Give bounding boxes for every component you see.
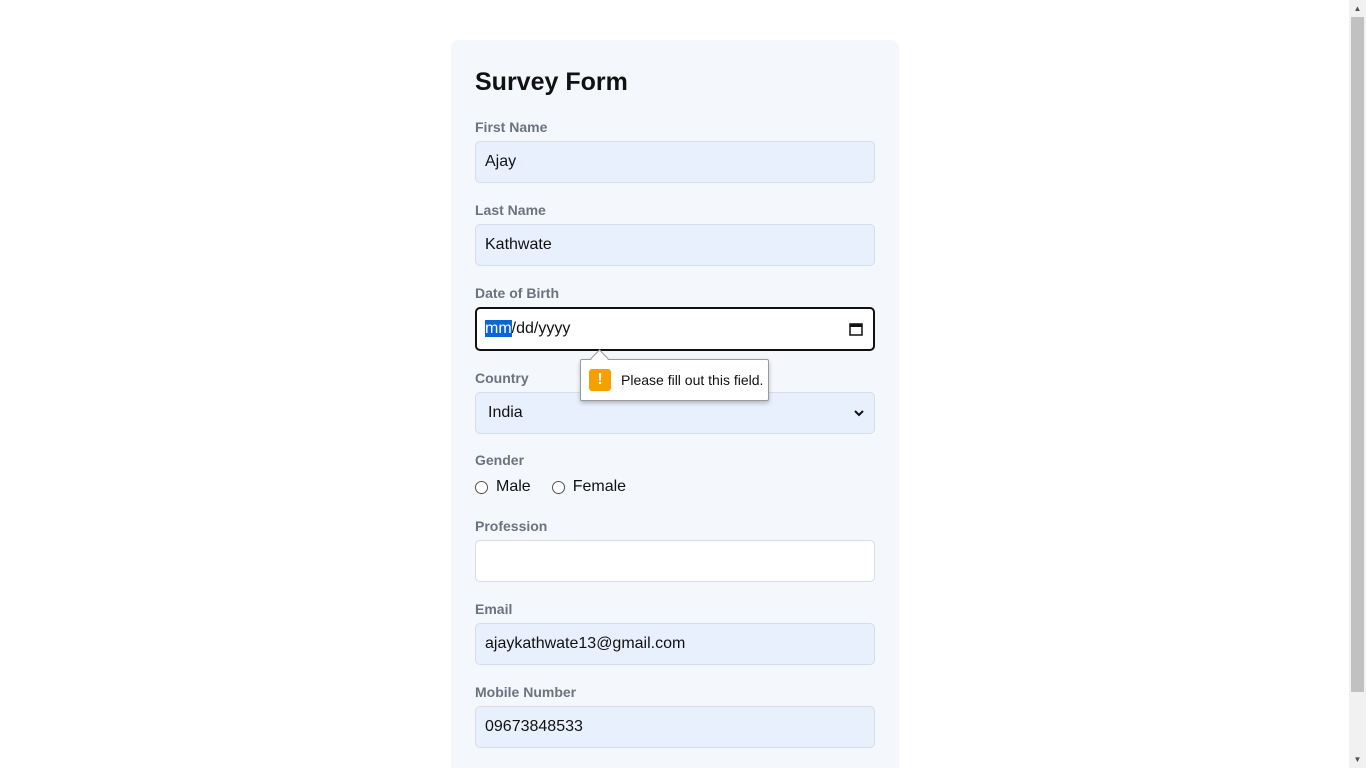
gender-male-radio[interactable] bbox=[475, 480, 488, 494]
vertical-scrollbar[interactable]: ▲ ▼ bbox=[1349, 0, 1366, 768]
first-name-input[interactable]: Ajay bbox=[475, 141, 875, 183]
survey-form-card: Survey Form First Name Ajay Last Name Ka… bbox=[451, 40, 899, 768]
validation-message: Please fill out this field. bbox=[621, 372, 764, 388]
form-title: Survey Form bbox=[475, 68, 628, 96]
dob-month-segment[interactable]: mm bbox=[485, 320, 512, 337]
gender-female-label[interactable]: Female bbox=[573, 478, 626, 496]
profession-label: Profession bbox=[475, 518, 548, 534]
validation-tooltip: ! Please fill out this field. bbox=[580, 349, 769, 401]
gender-male-label[interactable]: Male bbox=[496, 478, 531, 496]
country-selected-value: India bbox=[488, 404, 523, 421]
mobile-label: Mobile Number bbox=[475, 684, 577, 700]
email-input[interactable]: ajaykathwate13@gmail.com bbox=[475, 623, 875, 665]
dob-label: Date of Birth bbox=[475, 285, 559, 301]
dob-rest-placeholder: /dd/yyyy bbox=[511, 320, 571, 337]
first-name-label: First Name bbox=[475, 119, 548, 135]
profession-input[interactable] bbox=[475, 540, 875, 582]
scroll-up-arrow-icon[interactable]: ▲ bbox=[1349, 0, 1366, 17]
dob-input[interactable]: mm/dd/yyyy bbox=[475, 307, 875, 351]
gender-label: Gender bbox=[475, 452, 525, 468]
last-name-input[interactable]: Kathwate bbox=[475, 224, 875, 266]
calendar-icon[interactable] bbox=[849, 322, 863, 336]
scroll-down-arrow-icon[interactable]: ▼ bbox=[1349, 751, 1366, 768]
last-name-label: Last Name bbox=[475, 202, 546, 218]
gender-female-radio[interactable] bbox=[551, 480, 565, 494]
warning-icon: ! bbox=[589, 369, 611, 391]
page: Survey Form First Name Ajay Last Name Ka… bbox=[0, 0, 1366, 768]
country-label: Country bbox=[475, 370, 529, 386]
gender-radio-group: Male Female bbox=[475, 477, 647, 497]
email-label: Email bbox=[475, 601, 513, 617]
mobile-input[interactable]: 09673848533 bbox=[475, 706, 875, 748]
chevron-down-icon bbox=[854, 410, 864, 417]
scroll-thumb[interactable] bbox=[1351, 17, 1364, 692]
